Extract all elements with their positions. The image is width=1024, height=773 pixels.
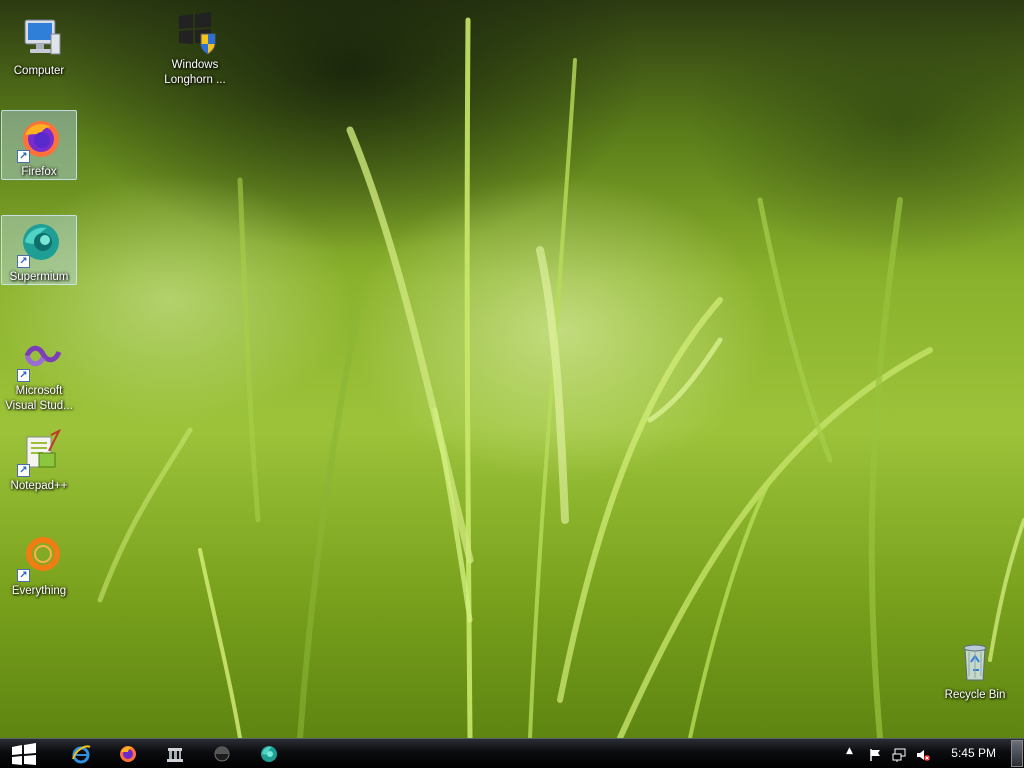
desktop-icon-label: Windows Longhorn ...	[164, 59, 226, 86]
shortcut-arrow-icon: ↗	[17, 569, 30, 582]
shortcut-arrow-icon: ↗	[17, 464, 30, 477]
desktop-icon-label: Notepad++	[10, 480, 68, 492]
firefox-icon: ↗	[15, 115, 63, 163]
supermium-icon	[261, 746, 277, 762]
desktop-icon-everything[interactable]: ↗ Everything	[1, 530, 77, 599]
shortcut-arrow-icon: ↗	[17, 255, 30, 268]
everything-icon: ↗	[15, 534, 63, 582]
media-icon	[214, 746, 230, 762]
taskbar-internet-explorer[interactable]	[70, 743, 92, 765]
internet-explorer-icon	[72, 745, 91, 764]
wallpaper	[97, 17, 1024, 738]
taskbar-library[interactable]	[164, 743, 186, 765]
desktop-icon-label: Supermium	[9, 271, 69, 283]
library-icon	[167, 748, 183, 762]
desktop-icon-windows-longhorn[interactable]: Windows Longhorn ...	[157, 4, 233, 88]
taskbar-supermium[interactable]	[258, 743, 280, 765]
computer-icon	[15, 14, 63, 62]
recycle-bin-icon	[951, 638, 999, 686]
desktop-icon-supermium[interactable]: ↗ Supermium	[1, 215, 77, 285]
start-button[interactable]	[0, 733, 48, 769]
system-tray: ▲ 5:45 PM	[844, 739, 1024, 769]
desktop-icon-recycle-bin[interactable]: Recycle Bin	[937, 634, 1013, 703]
desktop-icon-label: Recycle Bin	[944, 689, 1006, 701]
taskbar[interactable]: ▲ 5:45 PM	[0, 738, 1024, 768]
visual-studio-icon: ↗	[15, 334, 63, 382]
desktop-icon-visual-studio[interactable]: ↗ Microsoft Visual Stud...	[1, 330, 77, 414]
desktop[interactable]: Computer Windows Longhorn ... ↗ Firefox …	[0, 0, 1024, 738]
shortcut-arrow-icon: ↗	[17, 150, 30, 163]
clock[interactable]: 5:45 PM	[951, 746, 996, 760]
desktop-icon-computer[interactable]: Computer	[1, 10, 77, 79]
taskbar-firefox[interactable]	[117, 743, 139, 765]
show-hidden-icons-button[interactable]: ▲	[846, 746, 860, 760]
network-icon[interactable]	[892, 747, 906, 762]
desktop-icon-firefox[interactable]: ↗ Firefox	[1, 110, 77, 180]
action-center-flag-icon[interactable]	[868, 747, 882, 761]
desktop-icon-label: Computer	[13, 65, 65, 77]
supermium-icon: ↗	[15, 220, 63, 268]
desktop-icon-label: Everything	[11, 585, 67, 597]
desktop-icon-notepadpp[interactable]: ↗ Notepad++	[1, 425, 77, 494]
taskbar-media[interactable]	[211, 743, 233, 765]
desktop-icon-label: Microsoft Visual Stud...	[5, 385, 73, 412]
volume-muted-icon[interactable]	[916, 747, 930, 761]
start-orb-icon	[12, 743, 36, 765]
notepadpp-icon: ↗	[15, 428, 63, 477]
desktop-icon-label: Firefox	[21, 166, 57, 178]
firefox-icon	[120, 746, 136, 762]
windows-shield-icon	[171, 8, 219, 56]
shortcut-arrow-icon: ↗	[17, 369, 30, 382]
show-desktop-button[interactable]	[1011, 740, 1023, 767]
